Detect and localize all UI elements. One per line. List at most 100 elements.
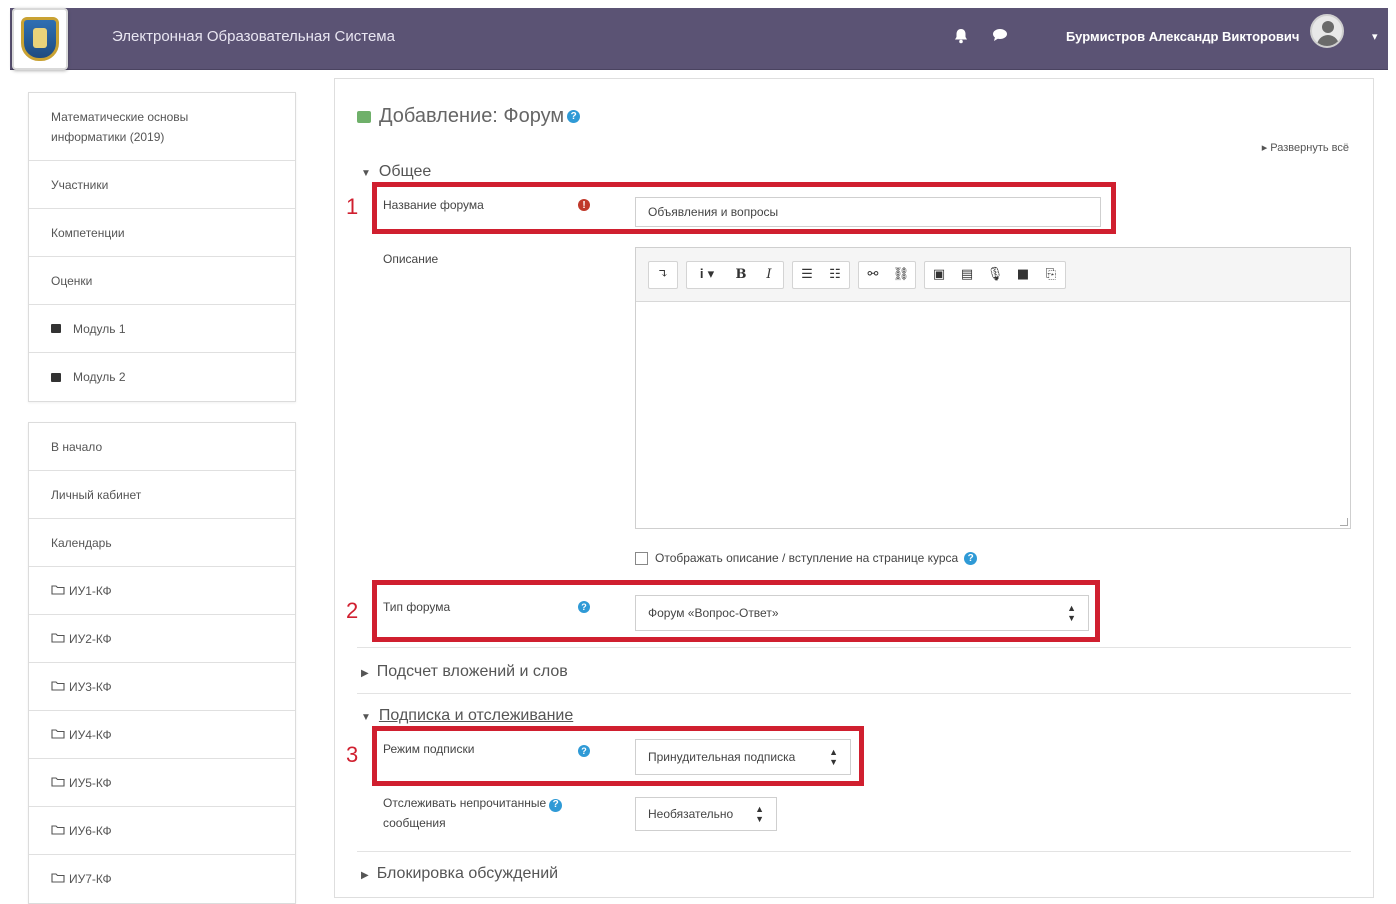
- expand-all-label: Развернуть всё: [1270, 142, 1349, 154]
- divider: [357, 693, 1351, 694]
- track-unread-label-line1: Отслеживать непрочитанные: [383, 796, 547, 810]
- sidebar-item-course-iu7[interactable]: ИУ7-КФ: [29, 855, 295, 903]
- sidebar-item-label: Календарь: [51, 535, 112, 550]
- folder-icon: [51, 728, 65, 742]
- module-icon: [51, 372, 61, 382]
- show-description-label: Отображать описание / вступление на стра…: [655, 551, 959, 565]
- track-unread-select[interactable]: Необязательно ▲ ▼: [635, 797, 777, 831]
- resize-handle[interactable]: [1340, 518, 1348, 526]
- sidebar-item-label: ИУ5-КФ: [69, 775, 112, 790]
- toolbar-toggle-icon[interactable]: ↴: [649, 262, 677, 288]
- site-navigation-block: В начало Личный кабинет Календарь ИУ1-КФ…: [28, 422, 296, 904]
- folder-icon: [51, 632, 65, 646]
- module-icon: [51, 324, 61, 333]
- toolbar-group: ↴: [648, 260, 678, 289]
- description-label: Описание: [383, 252, 439, 266]
- collapse-triangle-icon: ▼: [361, 712, 371, 723]
- sidebar-item-label: Модуль 2: [73, 370, 126, 384]
- top-navbar: Электронная Образовательная Система Бурм…: [10, 8, 1388, 70]
- toolbar-group: 𝐢 ▾ B I: [686, 260, 784, 289]
- show-description-row: Отображать описание / вступление на стра…: [635, 551, 978, 565]
- sidebar-item-label: ИУ6-КФ: [69, 823, 112, 838]
- select-arrows-icon: ▲ ▼: [755, 804, 764, 824]
- forum-icon: [357, 110, 371, 123]
- sidebar-item-label: Компетенции: [51, 225, 125, 240]
- microphone-icon[interactable]: 🎙: [981, 262, 1009, 288]
- section-blocking-toggle[interactable]: ▶ Блокировка обсуждений: [361, 865, 558, 883]
- expand-triangle-icon: ▶: [361, 668, 369, 679]
- help-icon[interactable]: ?: [567, 110, 581, 123]
- sidebar-item-label: Участники: [51, 177, 109, 192]
- ordered-list-icon[interactable]: ☷: [821, 262, 849, 288]
- bell-icon[interactable]: [954, 28, 968, 48]
- sidebar-item-label: ИУ3-КФ: [69, 679, 112, 694]
- sidebar-item-course-iu5[interactable]: ИУ5-КФ: [29, 759, 295, 807]
- page-title: Добавление: Форум ?: [357, 105, 581, 128]
- sidebar-item-participants[interactable]: Участники: [29, 161, 295, 209]
- sidebar-item-calendar[interactable]: Календарь: [29, 519, 295, 567]
- sidebar-item-label: ИУ4-КФ: [69, 727, 112, 742]
- section-general-label: Общее: [378, 163, 432, 180]
- track-unread-selected: Необязательно: [648, 807, 734, 821]
- sidebar-item-course[interactable]: Математические основы информатики (2019): [29, 93, 295, 161]
- editor-toolbar: ↴ 𝐢 ▾ B I ☰ ☷ ⚯ ⛓ ▣ ▤ 🎙 ■ ⎘: [636, 248, 1350, 302]
- toolbar-group: ⚯ ⛓: [858, 260, 916, 289]
- sidebar-item-dashboard[interactable]: Личный кабинет: [29, 471, 295, 519]
- sidebar-item-label: Математические основы информатики (2019): [51, 109, 189, 144]
- course-navigation-block: Математические основы информатики (2019)…: [28, 92, 296, 402]
- manage-files-icon[interactable]: ⎘: [1037, 262, 1065, 288]
- sidebar-item-label: В начало: [51, 439, 103, 454]
- chat-icon[interactable]: [992, 28, 1008, 46]
- track-unread-label: Отслеживать непрочитанные? сообщения: [383, 793, 563, 833]
- unordered-list-icon[interactable]: ☰: [793, 262, 821, 288]
- sidebar-item-label: ИУ2-КФ: [69, 631, 112, 646]
- annotation-number-3: 3: [346, 742, 359, 767]
- media-icon[interactable]: ▤: [953, 262, 981, 288]
- sidebar-item-label: ИУ7-КФ: [69, 872, 112, 886]
- sidebar-item-module-1[interactable]: Модуль 1: [29, 305, 295, 353]
- section-general-toggle[interactable]: ▼ Общее: [361, 163, 431, 181]
- sidebar-item-grades[interactable]: Оценки: [29, 257, 295, 305]
- sidebar-item-course-iu1[interactable]: ИУ1-КФ: [29, 567, 295, 615]
- avatar[interactable]: [1310, 14, 1344, 48]
- paragraph-style-icon[interactable]: 𝐢 ▾: [687, 262, 727, 288]
- user-menu-caret-icon[interactable]: ▾: [1372, 30, 1378, 43]
- italic-icon[interactable]: I: [755, 262, 783, 288]
- unlink-icon[interactable]: ⛓: [887, 262, 915, 288]
- folder-icon: [51, 824, 65, 838]
- toolbar-group: ☰ ☷: [792, 260, 850, 289]
- collapse-triangle-icon: ▼: [361, 168, 371, 179]
- sidebar-item-module-2[interactable]: Модуль 2: [29, 353, 295, 401]
- site-logo[interactable]: [12, 8, 68, 70]
- annotation-box-1: [372, 182, 1116, 234]
- annotation-number-2: 2: [346, 598, 359, 623]
- section-subscription-toggle[interactable]: ▼ Подписка и отслеживание: [361, 707, 573, 725]
- section-attachments-label: Подсчет вложений и слов: [376, 663, 568, 680]
- sidebar-item-course-iu4[interactable]: ИУ4-КФ: [29, 711, 295, 759]
- site-title[interactable]: Электронная Образовательная Система: [112, 28, 395, 45]
- description-editor[interactable]: ↴ 𝐢 ▾ B I ☰ ☷ ⚯ ⛓ ▣ ▤ 🎙 ■ ⎘: [635, 247, 1351, 529]
- help-icon[interactable]: ?: [549, 798, 563, 812]
- divider: [357, 851, 1351, 852]
- sidebar-item-course-iu6[interactable]: ИУ6-КФ: [29, 807, 295, 855]
- folder-icon: [51, 872, 65, 886]
- toolbar-group: ▣ ▤ 🎙 ■ ⎘: [924, 260, 1066, 289]
- folder-icon: [51, 680, 65, 694]
- section-attachments-toggle[interactable]: ▶ Подсчет вложений и слов: [361, 663, 568, 681]
- user-name[interactable]: Бурмистров Александр Викторович: [1066, 29, 1299, 44]
- sidebar-item-competencies[interactable]: Компетенции: [29, 209, 295, 257]
- sidebar-item-label: ИУ1-КФ: [69, 583, 112, 598]
- help-icon[interactable]: ?: [964, 551, 978, 565]
- video-icon[interactable]: ■: [1009, 262, 1037, 288]
- link-icon[interactable]: ⚯: [859, 262, 887, 288]
- sidebar-item-home[interactable]: В начало: [29, 423, 295, 471]
- track-unread-label-line2: сообщения: [383, 816, 446, 830]
- sidebar-item-course-iu3[interactable]: ИУ3-КФ: [29, 663, 295, 711]
- expand-triangle-icon: ▶: [361, 870, 369, 881]
- image-icon[interactable]: ▣: [925, 262, 953, 288]
- expand-all-link[interactable]: ▸ Развернуть всё: [1262, 141, 1349, 154]
- sidebar-item-course-iu2[interactable]: ИУ2-КФ: [29, 615, 295, 663]
- expand-triangle-icon: ▸: [1261, 142, 1271, 154]
- bold-icon[interactable]: B: [727, 262, 755, 288]
- show-description-checkbox[interactable]: [635, 551, 648, 565]
